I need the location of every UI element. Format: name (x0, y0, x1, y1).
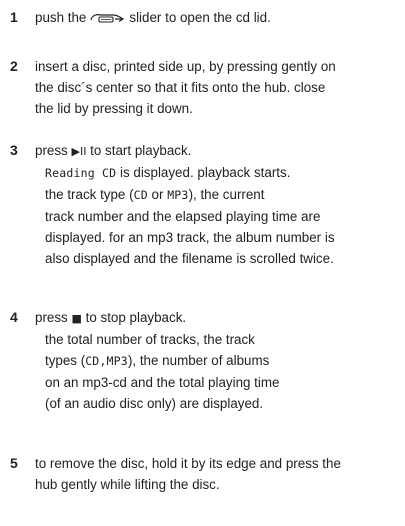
step-line: the track type (CD or MP3), the current (35, 184, 397, 206)
step-line: the total number of tracks, the track (45, 332, 255, 347)
step-text: press ▶II to start playback. Reading CD … (35, 140, 397, 269)
step-line: press ▶II to start playback. (35, 140, 397, 162)
step-line: (of an audio disc only) are displayed. (45, 396, 264, 411)
step-text-post: slider to open the cd lid. (129, 10, 271, 25)
step-line: on an mp3-cd and the total playing time (45, 375, 280, 390)
step-line: also displayed and the filename is scrol… (45, 251, 334, 266)
step-text: press ■ to stop playback. the total numb… (35, 307, 397, 414)
display-code-types: CD,MP3 (85, 354, 128, 368)
display-code-cd: CD (133, 188, 148, 202)
stop-icon: ■ (71, 312, 82, 325)
line-text: ), the current (188, 187, 265, 202)
slider-icon (90, 14, 125, 23)
step-line: push the slider to open the cd lid. (35, 7, 397, 28)
step-text-post: to start playback. (90, 143, 192, 158)
step-text: insert a disc, printed side up, by press… (35, 56, 397, 119)
instruction-page: 1 push the slider to open the cd lid. 2 … (0, 0, 405, 526)
step-text: to remove the disc, hold it by its edge … (35, 453, 397, 495)
display-code-mp3: MP3 (167, 188, 189, 202)
step-number: 1 (10, 9, 18, 25)
line-text: or (147, 187, 168, 202)
line-text: the track type ( (45, 187, 134, 202)
step-number: 5 (10, 455, 18, 471)
step-number: 4 (10, 309, 18, 325)
step-number: 3 (10, 142, 18, 158)
step-text-pre: press (35, 143, 68, 158)
step-line: the lid by pressing it down. (35, 101, 193, 116)
step-text: push the slider to open the cd lid. (35, 7, 397, 28)
step-text-pre: push the (35, 10, 87, 25)
step-number: 2 (10, 58, 18, 74)
step-text-post: to stop playback. (85, 310, 187, 325)
step-line: displayed. for an mp3 track, the album n… (45, 230, 335, 245)
play-pause-icon: ▶II (71, 145, 87, 158)
step-line: press ■ to stop playback. (35, 307, 397, 329)
step-line: insert a disc, printed side up, by press… (35, 59, 336, 74)
line-text: ), the number of albums (127, 353, 270, 368)
step-line: the disc´s center so that it fits onto t… (35, 80, 326, 95)
step-line: hub gently while lifting the disc. (35, 477, 220, 492)
step-line: track number and the elapsed playing tim… (45, 209, 321, 224)
display-text: Reading CD (45, 166, 117, 180)
step-line: Reading CD is displayed. playback starts… (35, 162, 397, 184)
line-text: types ( (45, 353, 86, 368)
step-text-pre: press (35, 310, 68, 325)
display-suffix: is displayed. playback starts. (119, 165, 291, 180)
step-line: to remove the disc, hold it by its edge … (35, 456, 341, 471)
step-line: types (CD,MP3), the number of albums (35, 350, 397, 372)
